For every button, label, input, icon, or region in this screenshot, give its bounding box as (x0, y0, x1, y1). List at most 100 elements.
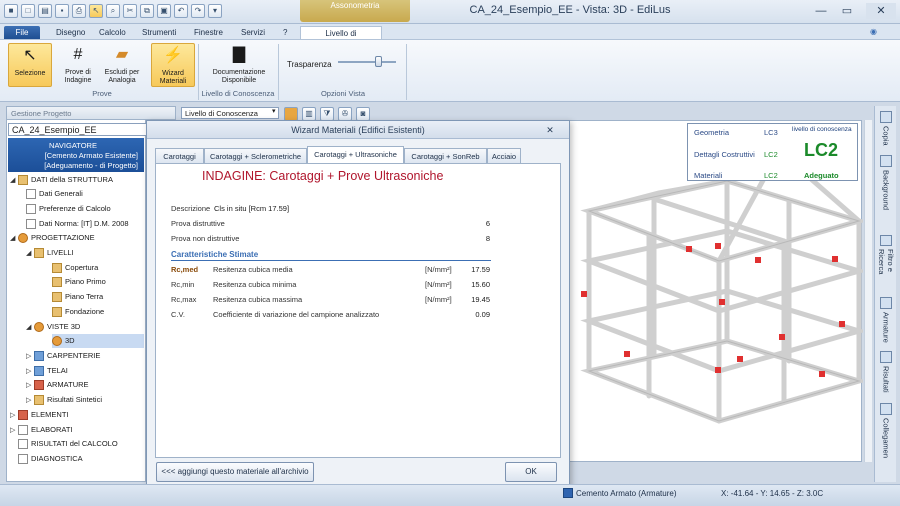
side-tab-armature[interactable]: Armature (876, 294, 896, 346)
tree-item-3d[interactable]: 3D (52, 334, 144, 348)
tools-icon[interactable]: ✇ (338, 107, 352, 121)
menu-help[interactable]: ? (279, 26, 291, 39)
side-tab-collegamenti[interactable]: Collegamen (876, 400, 896, 462)
tree-item-risultati-calcolo[interactable]: RISULTATI del CALCOLO (10, 437, 118, 451)
expand-icon[interactable]: ▷ (26, 379, 34, 393)
dropdown-arrow-icon[interactable]: ▾ (272, 107, 276, 115)
wizard-materiali-button[interactable]: ⚡ Wizard Materiali (151, 43, 195, 87)
prova-distruttive-value: 6 (485, 219, 490, 228)
new-icon[interactable]: □ (21, 4, 35, 18)
row-value: 17.59 (471, 265, 490, 274)
menu-strumenti[interactable]: Strumenti (138, 26, 180, 39)
tree-item-preferenze[interactable]: Preferenze di Calcolo (26, 202, 111, 216)
trasparenza-slider-knob[interactable] (375, 56, 382, 67)
camera-icon[interactable]: ◙ (356, 107, 370, 121)
prove-indagine-button[interactable]: # Prove di Indagine (56, 43, 100, 87)
expand-icon[interactable]: ▷ (26, 394, 34, 408)
collapse-icon[interactable]: ◢ (10, 232, 18, 246)
expand-icon[interactable]: ▷ (26, 365, 34, 379)
layers-icon[interactable]: ▥ (302, 107, 316, 121)
undo-icon[interactable]: ↶ (174, 4, 188, 18)
ok-button[interactable]: OK (505, 462, 557, 482)
expand-icon[interactable]: ▷ (26, 350, 34, 364)
zoom-icon[interactable]: ⌕ (106, 4, 120, 18)
color-icon[interactable] (284, 107, 298, 121)
side-tab-background[interactable]: Background (876, 152, 896, 230)
archive-button[interactable]: <<< aggiungi questo materiale all'archiv… (156, 462, 314, 482)
side-tab-copia[interactable]: Copia (876, 108, 896, 150)
open-icon[interactable]: ▤ (38, 4, 52, 18)
tree-item-copertura[interactable]: Copertura (52, 261, 98, 275)
pointer-icon[interactable]: ↖ (89, 4, 103, 18)
collapse-icon[interactable]: ◢ (26, 321, 34, 335)
grid-icon: # (73, 46, 83, 63)
expand-icon[interactable]: ▷ (10, 424, 18, 438)
level-icon (52, 263, 62, 274)
tab-acciaio[interactable]: Acciaio (487, 148, 521, 164)
save-icon[interactable]: ▪ (55, 4, 69, 18)
minimize-icon[interactable]: — (810, 3, 832, 19)
carpenterie-icon (34, 351, 44, 362)
close-icon[interactable]: ✕ (866, 3, 896, 19)
tree-item-piano-terra[interactable]: Piano Terra (52, 290, 103, 304)
tree-item-livelli[interactable]: ◢ LIVELLI (26, 246, 74, 260)
tab-carotaggi-sonreb[interactable]: Carotaggi + SonReb (404, 148, 487, 164)
collapse-icon[interactable]: ◢ (10, 174, 18, 188)
redo-icon[interactable]: ↷ (191, 4, 205, 18)
dialog-close-icon[interactable]: ✕ (544, 124, 556, 136)
tree-label: LIVELLI (47, 248, 74, 257)
collapse-icon[interactable]: ◢ (26, 247, 34, 261)
app-icon[interactable]: ■ (4, 4, 18, 18)
materiali-label: Materiali (694, 171, 723, 180)
prove-indagine-label: Prove di Indagine (64, 69, 92, 84)
tree-item-progettazione[interactable]: ◢ PROGETTAZIONE (10, 231, 95, 245)
tree-label: Dati Generali (39, 189, 83, 198)
menu-file[interactable]: File (4, 26, 40, 39)
ribbon-help-icon[interactable]: ◉ (870, 27, 877, 36)
tree-item-risultati-sintetici[interactable]: ▷ Risultati Sintetici (26, 393, 102, 407)
menu-disegno[interactable]: Disegno (52, 26, 89, 39)
tree-item-carpenterie[interactable]: ▷ CARPENTERIE (26, 349, 100, 363)
documentazione-button[interactable]: ▇ Documentazione Disponibile (206, 43, 272, 87)
paste-icon[interactable]: ▣ (157, 4, 171, 18)
livello-select[interactable]: Livello di Conoscenza (181, 107, 279, 119)
print-icon[interactable]: ⎙ (72, 4, 86, 18)
viewport-scrollbar[interactable] (864, 120, 872, 462)
tree-label: TELAI (47, 366, 68, 375)
document-icon (26, 189, 36, 200)
tree-label: Piano Primo (65, 277, 106, 286)
tree-item-armature[interactable]: ▷ ARMATURE (26, 378, 89, 392)
descrizione-label: Descrizione (171, 204, 211, 213)
filter-icon[interactable]: ⧩ (320, 107, 334, 121)
copy-icon[interactable]: ⧉ (140, 4, 154, 18)
escludi-analogia-button[interactable]: ▰ Escludi per Analogia (100, 43, 144, 87)
menu-servizi[interactable]: Servizi (237, 26, 269, 39)
tree-label: Risultati Sintetici (47, 395, 103, 404)
cut-icon[interactable]: ✂ (123, 4, 137, 18)
tree-item-fondazione[interactable]: Fondazione (52, 305, 104, 319)
menu-finestre[interactable]: Finestre (190, 26, 227, 39)
tree-item-elaborati[interactable]: ▷ ELABORATI (10, 423, 73, 437)
status-coordinates: X: -41.64 - Y: 14.65 - Z: 3.0C (721, 489, 824, 498)
maximize-icon[interactable]: ▭ (836, 3, 858, 19)
tab-carotaggi-sclerometriche[interactable]: Carotaggi + Sclerometriche (204, 148, 307, 164)
tree-item-viste3d[interactable]: ◢ VISTE 3D (26, 320, 80, 334)
tree-item-dati-generali[interactable]: Dati Generali (26, 187, 83, 201)
tree-item-dati-norma[interactable]: Dati Norma: [IT] D.M. 2008 (26, 217, 129, 231)
qat-dropdown-icon[interactable]: ▾ (208, 4, 222, 18)
side-tab-risultati[interactable]: Risultati (876, 348, 896, 398)
tab-carotaggi[interactable]: Carotaggi (155, 148, 204, 164)
side-tab-filtro[interactable]: Filtro e Ricerca (876, 232, 896, 292)
menu-calcolo[interactable]: Calcolo (95, 26, 130, 39)
tree-item-telai[interactable]: ▷ TELAI (26, 364, 68, 378)
menu-livello-conoscenza[interactable]: Livello di conoscenza (300, 26, 382, 51)
tree-item-diagnostica[interactable]: DIAGNOSTICA (10, 452, 83, 466)
livello-conoscenza-label: livello di conoscenza (792, 126, 852, 133)
tree-item-piano-primo[interactable]: Piano Primo (52, 275, 106, 289)
expand-icon[interactable]: ▷ (10, 409, 18, 423)
tab-carotaggi-ultrasoniche[interactable]: Carotaggi + Ultrasoniche (307, 146, 404, 164)
trasparenza-slider-track[interactable] (338, 61, 396, 63)
selezione-button[interactable]: ↖ Selezione (8, 43, 52, 87)
tree-item-dati-struttura[interactable]: ◢ DATI della STRUTTURA (10, 173, 113, 187)
tree-item-elementi[interactable]: ▷ ELEMENTI (10, 408, 69, 422)
